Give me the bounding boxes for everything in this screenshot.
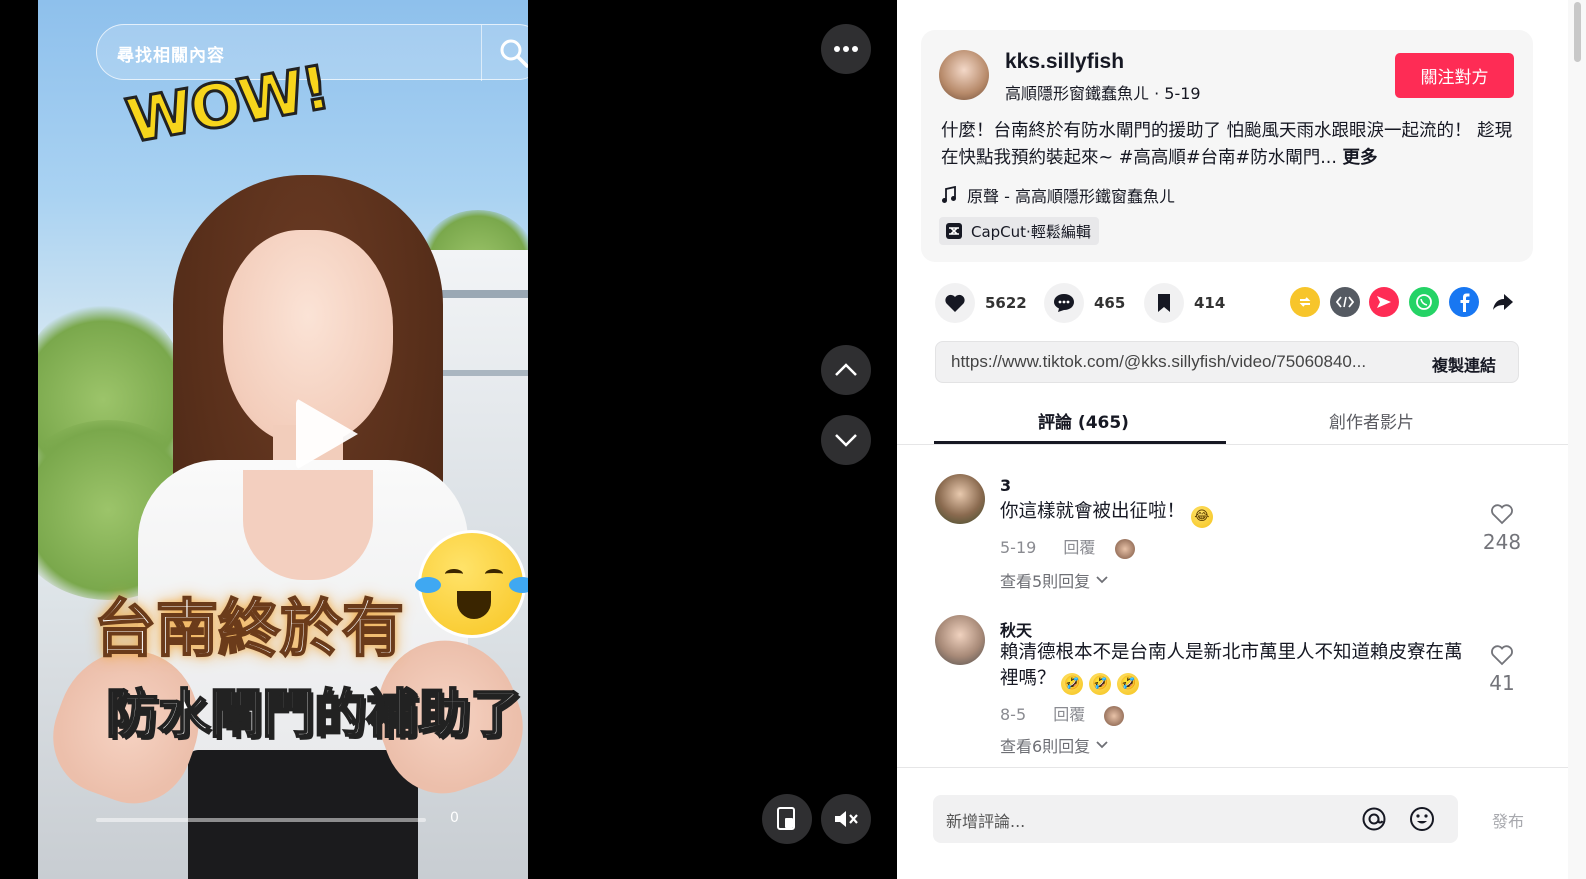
comment-count: 465 <box>1094 294 1126 312</box>
save-count: 414 <box>1194 294 1226 312</box>
comment-text: 你這樣就會被出征啦！ 😂 <box>1000 499 1460 528</box>
comment-stat[interactable]: 465 <box>1044 283 1125 323</box>
repost-icon[interactable] <box>1290 287 1320 317</box>
tabs-divider <box>897 444 1568 445</box>
person-chest <box>243 470 373 580</box>
meta-separator: · <box>1149 84 1165 103</box>
author-username[interactable]: kks.sillyfish <box>1005 50 1124 74</box>
comment-like[interactable]: 248 <box>1477 503 1527 554</box>
volume-muted-icon <box>835 811 858 827</box>
heart-outline-icon <box>1491 504 1513 525</box>
reply-button[interactable]: 回覆 <box>1063 538 1095 557</box>
play-icon[interactable] <box>296 398 358 470</box>
share-arrow-icon[interactable] <box>1488 287 1518 317</box>
person-skirt <box>188 750 418 879</box>
heart-icon[interactable] <box>935 283 975 323</box>
video-stage: 尋找相關內容 WOW! 台南終於有 防水閘門的補助了 0 <box>0 0 897 879</box>
rolling-laughing-emoji-icon: 🤣 <box>1061 673 1084 695</box>
more-link[interactable]: 更多 <box>1342 148 1377 168</box>
video-caption-line1: 台南終於有 <box>93 591 405 666</box>
author-avatar[interactable] <box>939 50 989 100</box>
rolling-laughing-emoji-icon: 🤣 <box>1117 673 1140 695</box>
commenter-avatar[interactable] <box>935 615 985 665</box>
progress-bar[interactable] <box>96 818 426 822</box>
comment-icon[interactable] <box>1044 283 1084 323</box>
comment-like-count: 41 <box>1489 671 1515 695</box>
post-date: 5-19 <box>1164 84 1201 103</box>
floating-player-button[interactable] <box>762 794 812 844</box>
capcut-icon <box>946 223 962 239</box>
comment-date: 5-19 <box>1000 538 1037 557</box>
view-replies-label: 查看5則回复 <box>1000 572 1091 591</box>
video-search-placeholder: 尋找相關內容 <box>117 46 225 66</box>
capcut-edit-link[interactable]: CapCut·輕鬆編輯 <box>939 217 1099 245</box>
bookmark-icon[interactable] <box>1144 283 1184 323</box>
whatsapp-icon[interactable] <box>1409 287 1439 317</box>
commenter-avatar[interactable] <box>935 474 985 524</box>
chevron-down-icon <box>1096 741 1108 749</box>
emoji-icon[interactable] <box>1409 806 1435 832</box>
share-link-url[interactable]: https://www.tiktok.com/@kks.sillyfish/vi… <box>951 352 1411 372</box>
commenter-name[interactable]: 秋天 <box>1000 617 1032 641</box>
author-nickname: 高順隱形窗鐵蠢魚ㄦ <box>1005 84 1150 103</box>
heart-outline-icon <box>1491 645 1513 666</box>
tab-comments[interactable]: 評論 (465) <box>1038 408 1129 433</box>
comment-input[interactable]: 新增評論... <box>933 795 1458 843</box>
view-replies-button[interactable]: 查看5則回复 <box>1000 568 1108 592</box>
commenter-name[interactable]: 3 <box>1000 476 1011 495</box>
details-panel: kks.sillyfish 高順隱形窗鐵蠢魚ㄦ · 5-19 關注對方 什麼！台… <box>897 0 1586 879</box>
like-stat[interactable]: 5622 <box>935 283 1027 323</box>
rolling-laughing-emoji-icon: 🤣 <box>1089 673 1112 695</box>
chevron-down-icon <box>835 434 857 447</box>
video-player[interactable]: 尋找相關內容 WOW! 台南終於有 防水閘門的補助了 0 <box>38 0 528 879</box>
comment-body: 你這樣就會被出征啦！ <box>1000 501 1186 522</box>
crying-laugh-emoji-sticker <box>415 530 528 638</box>
post-info-card: kks.sillyfish 高順隱形窗鐵蠢魚ㄦ · 5-19 關注對方 什麼！台… <box>921 30 1533 262</box>
view-replies-button[interactable]: 查看6則回复 <box>1000 733 1108 757</box>
reply-button[interactable]: 回覆 <box>1053 705 1085 724</box>
music-row[interactable]: 原聲 - 高高順隱形鐵窗蠢魚ㄦ <box>941 183 1175 207</box>
composer-divider <box>897 767 1568 768</box>
next-video-button[interactable] <box>821 415 871 465</box>
post-description: 什麼！台南終於有防水閘門的援助了 怕颱風天雨水跟眼淚一起流的！ 趁現在快點我預約… <box>941 118 1516 172</box>
mute-button[interactable] <box>821 794 871 844</box>
more-options-button[interactable] <box>821 24 871 74</box>
comment-date: 8-5 <box>1000 705 1027 724</box>
creator-liked-avatar <box>1114 538 1135 559</box>
save-stat[interactable]: 414 <box>1144 283 1225 323</box>
laughing-emoji-icon: 😂 <box>1190 506 1213 528</box>
music-title: 原聲 - 高高順隱形鐵窗蠢魚ㄦ <box>967 187 1175 206</box>
facebook-icon[interactable] <box>1449 287 1479 317</box>
capcut-label: CapCut·輕鬆編輯 <box>971 222 1091 241</box>
post-comment-button[interactable]: 發布 <box>1492 808 1524 832</box>
search-icon[interactable] <box>481 25 528 81</box>
embed-code-icon[interactable] <box>1330 287 1360 317</box>
send-message-icon[interactable] <box>1369 287 1399 317</box>
more-dots-icon <box>834 46 858 52</box>
music-note-icon <box>942 186 956 203</box>
previous-video-button[interactable] <box>821 345 871 395</box>
video-caption-line2: 防水閘門的補助了 <box>105 684 523 746</box>
progress-time: 0 <box>450 810 459 826</box>
copy-link-button[interactable]: 複製連結 <box>1432 352 1496 376</box>
like-count: 5622 <box>985 294 1027 312</box>
scrollbar[interactable] <box>1568 0 1586 879</box>
author-meta: 高順隱形窗鐵蠢魚ㄦ · 5-19 <box>1005 80 1201 104</box>
comment-like-count: 248 <box>1482 530 1522 554</box>
share-link-box: https://www.tiktok.com/@kks.sillyfish/vi… <box>935 341 1519 383</box>
creator-liked-avatar <box>1104 705 1125 726</box>
tab-creator-videos[interactable]: 創作者影片 <box>1329 408 1414 433</box>
chevron-up-icon <box>835 363 857 376</box>
comment-input-placeholder: 新增評論... <box>946 812 1026 831</box>
view-replies-label: 查看6則回复 <box>1000 737 1091 756</box>
comment-text: 賴清德根本不是台南人是新北市萬里人不知道賴皮寮在萬裡嗎？ 🤣 🤣 🤣 <box>1000 640 1465 695</box>
comment-meta: 5-19 回覆 <box>1000 534 1135 559</box>
post-description-text: 什麼！台南終於有防水閘門的援助了 怕颱風天雨水跟眼淚一起流的！ 趁現在快點我預約… <box>941 121 1513 168</box>
comment-meta: 8-5 回覆 <box>1000 701 1125 726</box>
comment-like[interactable]: 41 <box>1477 644 1527 695</box>
follow-button[interactable]: 關注對方 <box>1395 53 1514 98</box>
chevron-down-icon <box>1096 576 1108 584</box>
floating-player-icon <box>777 807 795 830</box>
mention-icon[interactable] <box>1361 806 1387 832</box>
